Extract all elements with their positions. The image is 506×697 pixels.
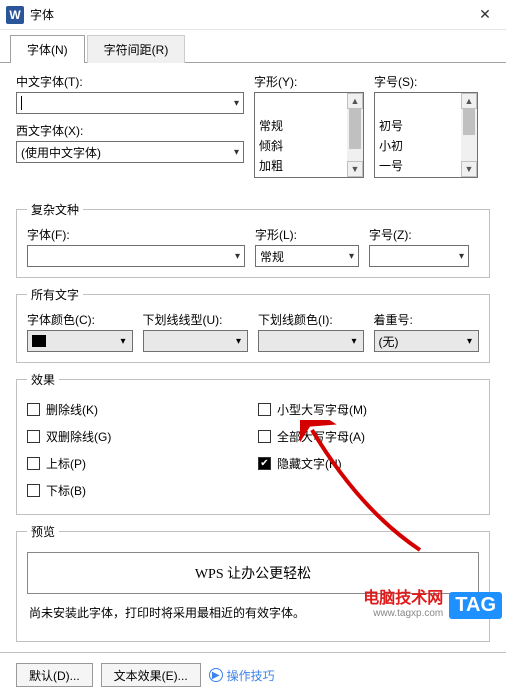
english-font-value: (使用中文字体) <box>21 144 101 161</box>
complex-size-combo[interactable]: ▾ <box>369 245 469 267</box>
preview-text: WPS 让办公更轻松 <box>195 563 311 583</box>
all-caps-checkbox[interactable]: 全部大写字母(A) <box>258 428 479 445</box>
tab-bar: 字体(N) 字符间距(R) <box>0 34 506 63</box>
color-swatch-icon <box>32 335 46 347</box>
style-option[interactable]: 加粗 <box>259 156 359 176</box>
play-icon: ▶ <box>209 668 223 682</box>
english-font-label: 西文字体(X): <box>16 122 244 139</box>
chevron-down-icon: ▾ <box>459 251 464 262</box>
style-option[interactable]: 常规 <box>259 116 359 136</box>
chevron-down-icon: ▾ <box>234 147 239 158</box>
default-button[interactable]: 默认(D)... <box>16 663 93 687</box>
complex-style-combo[interactable]: 常规 ▾ <box>255 245 359 267</box>
chinese-font-label: 中文字体(T): <box>16 73 244 90</box>
title-bar: W 字体 ✕ <box>0 0 506 30</box>
watermark-tag: TAG <box>449 592 502 619</box>
watermark-overlay: 电脑技术网 www.tagxp.com TAG <box>363 584 502 619</box>
chevron-down-icon: ▾ <box>235 251 240 262</box>
complex-size-label: 字号(Z): <box>369 226 469 243</box>
font-color-label: 字体颜色(C): <box>27 311 133 328</box>
all-text-legend: 所有文字 <box>27 286 83 303</box>
font-size-listbox[interactable]: 初号 小初 一号 ▲ ▼ <box>374 92 478 178</box>
size-option[interactable]: 一号 <box>379 156 473 176</box>
complex-font-combo[interactable]: ▾ <box>27 245 245 267</box>
font-size-label: 字号(S): <box>374 73 478 90</box>
scroll-down-icon[interactable]: ▼ <box>461 161 477 177</box>
underline-style-label: 下划线线型(U): <box>143 311 249 328</box>
complex-font-label: 字体(F): <box>27 226 245 243</box>
window-title: 字体 <box>30 6 470 23</box>
underline-style-dropdown[interactable]: ▾ <box>143 330 249 352</box>
effects-group: 效果 删除线(K) 双删除线(G) 上标(P) 下标(B) 小型大写字母(M) … <box>16 371 490 515</box>
all-text-group: 所有文字 字体颜色(C): ▾ 下划线线型(U): ▾ 下划线颜色(I): <box>16 286 490 363</box>
scroll-thumb[interactable] <box>349 109 361 149</box>
emphasis-dropdown[interactable]: (无) ▾ <box>374 330 480 352</box>
checkmark-icon: ✔ <box>258 457 271 470</box>
complex-script-group: 复杂文种 字体(F): ▾ 字形(L): 常规 ▾ 字号(Z): <box>16 201 490 278</box>
effects-legend: 效果 <box>27 371 59 388</box>
chevron-down-icon: ▾ <box>349 251 354 262</box>
tab-spacing[interactable]: 字符间距(R) <box>87 35 186 63</box>
tab-font[interactable]: 字体(N) <box>10 35 85 63</box>
english-font-combo[interactable]: (使用中文字体) ▾ <box>16 141 244 163</box>
chevron-down-icon: ▾ <box>234 98 239 109</box>
scroll-thumb[interactable] <box>463 109 475 135</box>
dialog-footer: 默认(D)... 文本效果(E)... ▶ 操作技巧 <box>0 652 506 697</box>
close-button[interactable]: ✕ <box>470 0 500 30</box>
double-strikethrough-checkbox[interactable]: 双删除线(G) <box>27 428 248 445</box>
underline-color-dropdown[interactable]: ▾ <box>258 330 364 352</box>
strikethrough-checkbox[interactable]: 删除线(K) <box>27 401 248 418</box>
preview-legend: 预览 <box>27 523 59 540</box>
chevron-down-icon: ▾ <box>236 336 241 347</box>
scroll-up-icon[interactable]: ▲ <box>347 93 363 109</box>
size-option[interactable]: 小初 <box>379 136 473 156</box>
hidden-text-checkbox[interactable]: ✔隐藏文字(H) <box>258 455 479 472</box>
chevron-down-icon: ▾ <box>351 336 356 347</box>
font-style-label: 字形(Y): <box>254 73 364 90</box>
style-option[interactable]: 倾斜 <box>259 136 359 156</box>
watermark-site: 电脑技术网 <box>363 584 443 608</box>
superscript-checkbox[interactable]: 上标(P) <box>27 455 248 472</box>
subscript-checkbox[interactable]: 下标(B) <box>27 482 248 499</box>
complex-script-legend: 复杂文种 <box>27 201 83 218</box>
emphasis-label: 着重号: <box>374 311 480 328</box>
app-icon: W <box>6 6 24 24</box>
underline-color-label: 下划线颜色(I): <box>258 311 364 328</box>
scrollbar[interactable]: ▲ ▼ <box>461 93 477 177</box>
scroll-down-icon[interactable]: ▼ <box>347 161 363 177</box>
small-caps-checkbox[interactable]: 小型大写字母(M) <box>258 401 479 418</box>
chinese-font-combo[interactable]: ▾ <box>16 92 244 114</box>
chevron-down-icon: ▾ <box>120 336 125 347</box>
font-color-dropdown[interactable]: ▾ <box>27 330 133 352</box>
preview-group: 预览 WPS 让办公更轻松 尚未安装此字体，打印时将采用最相近的有效字体。 <box>16 523 490 642</box>
chevron-down-icon: ▾ <box>467 336 472 347</box>
chinese-font-value <box>21 96 22 110</box>
text-effects-button[interactable]: 文本效果(E)... <box>101 663 201 687</box>
scroll-up-icon[interactable]: ▲ <box>461 93 477 109</box>
size-option[interactable]: 初号 <box>379 116 473 136</box>
watermark-url: www.tagxp.com <box>363 608 443 619</box>
font-style-listbox[interactable]: 常规 倾斜 加粗 ▲ ▼ <box>254 92 364 178</box>
scrollbar[interactable]: ▲ ▼ <box>347 93 363 177</box>
tips-link[interactable]: ▶ 操作技巧 <box>209 667 275 684</box>
complex-style-label: 字形(L): <box>255 226 359 243</box>
